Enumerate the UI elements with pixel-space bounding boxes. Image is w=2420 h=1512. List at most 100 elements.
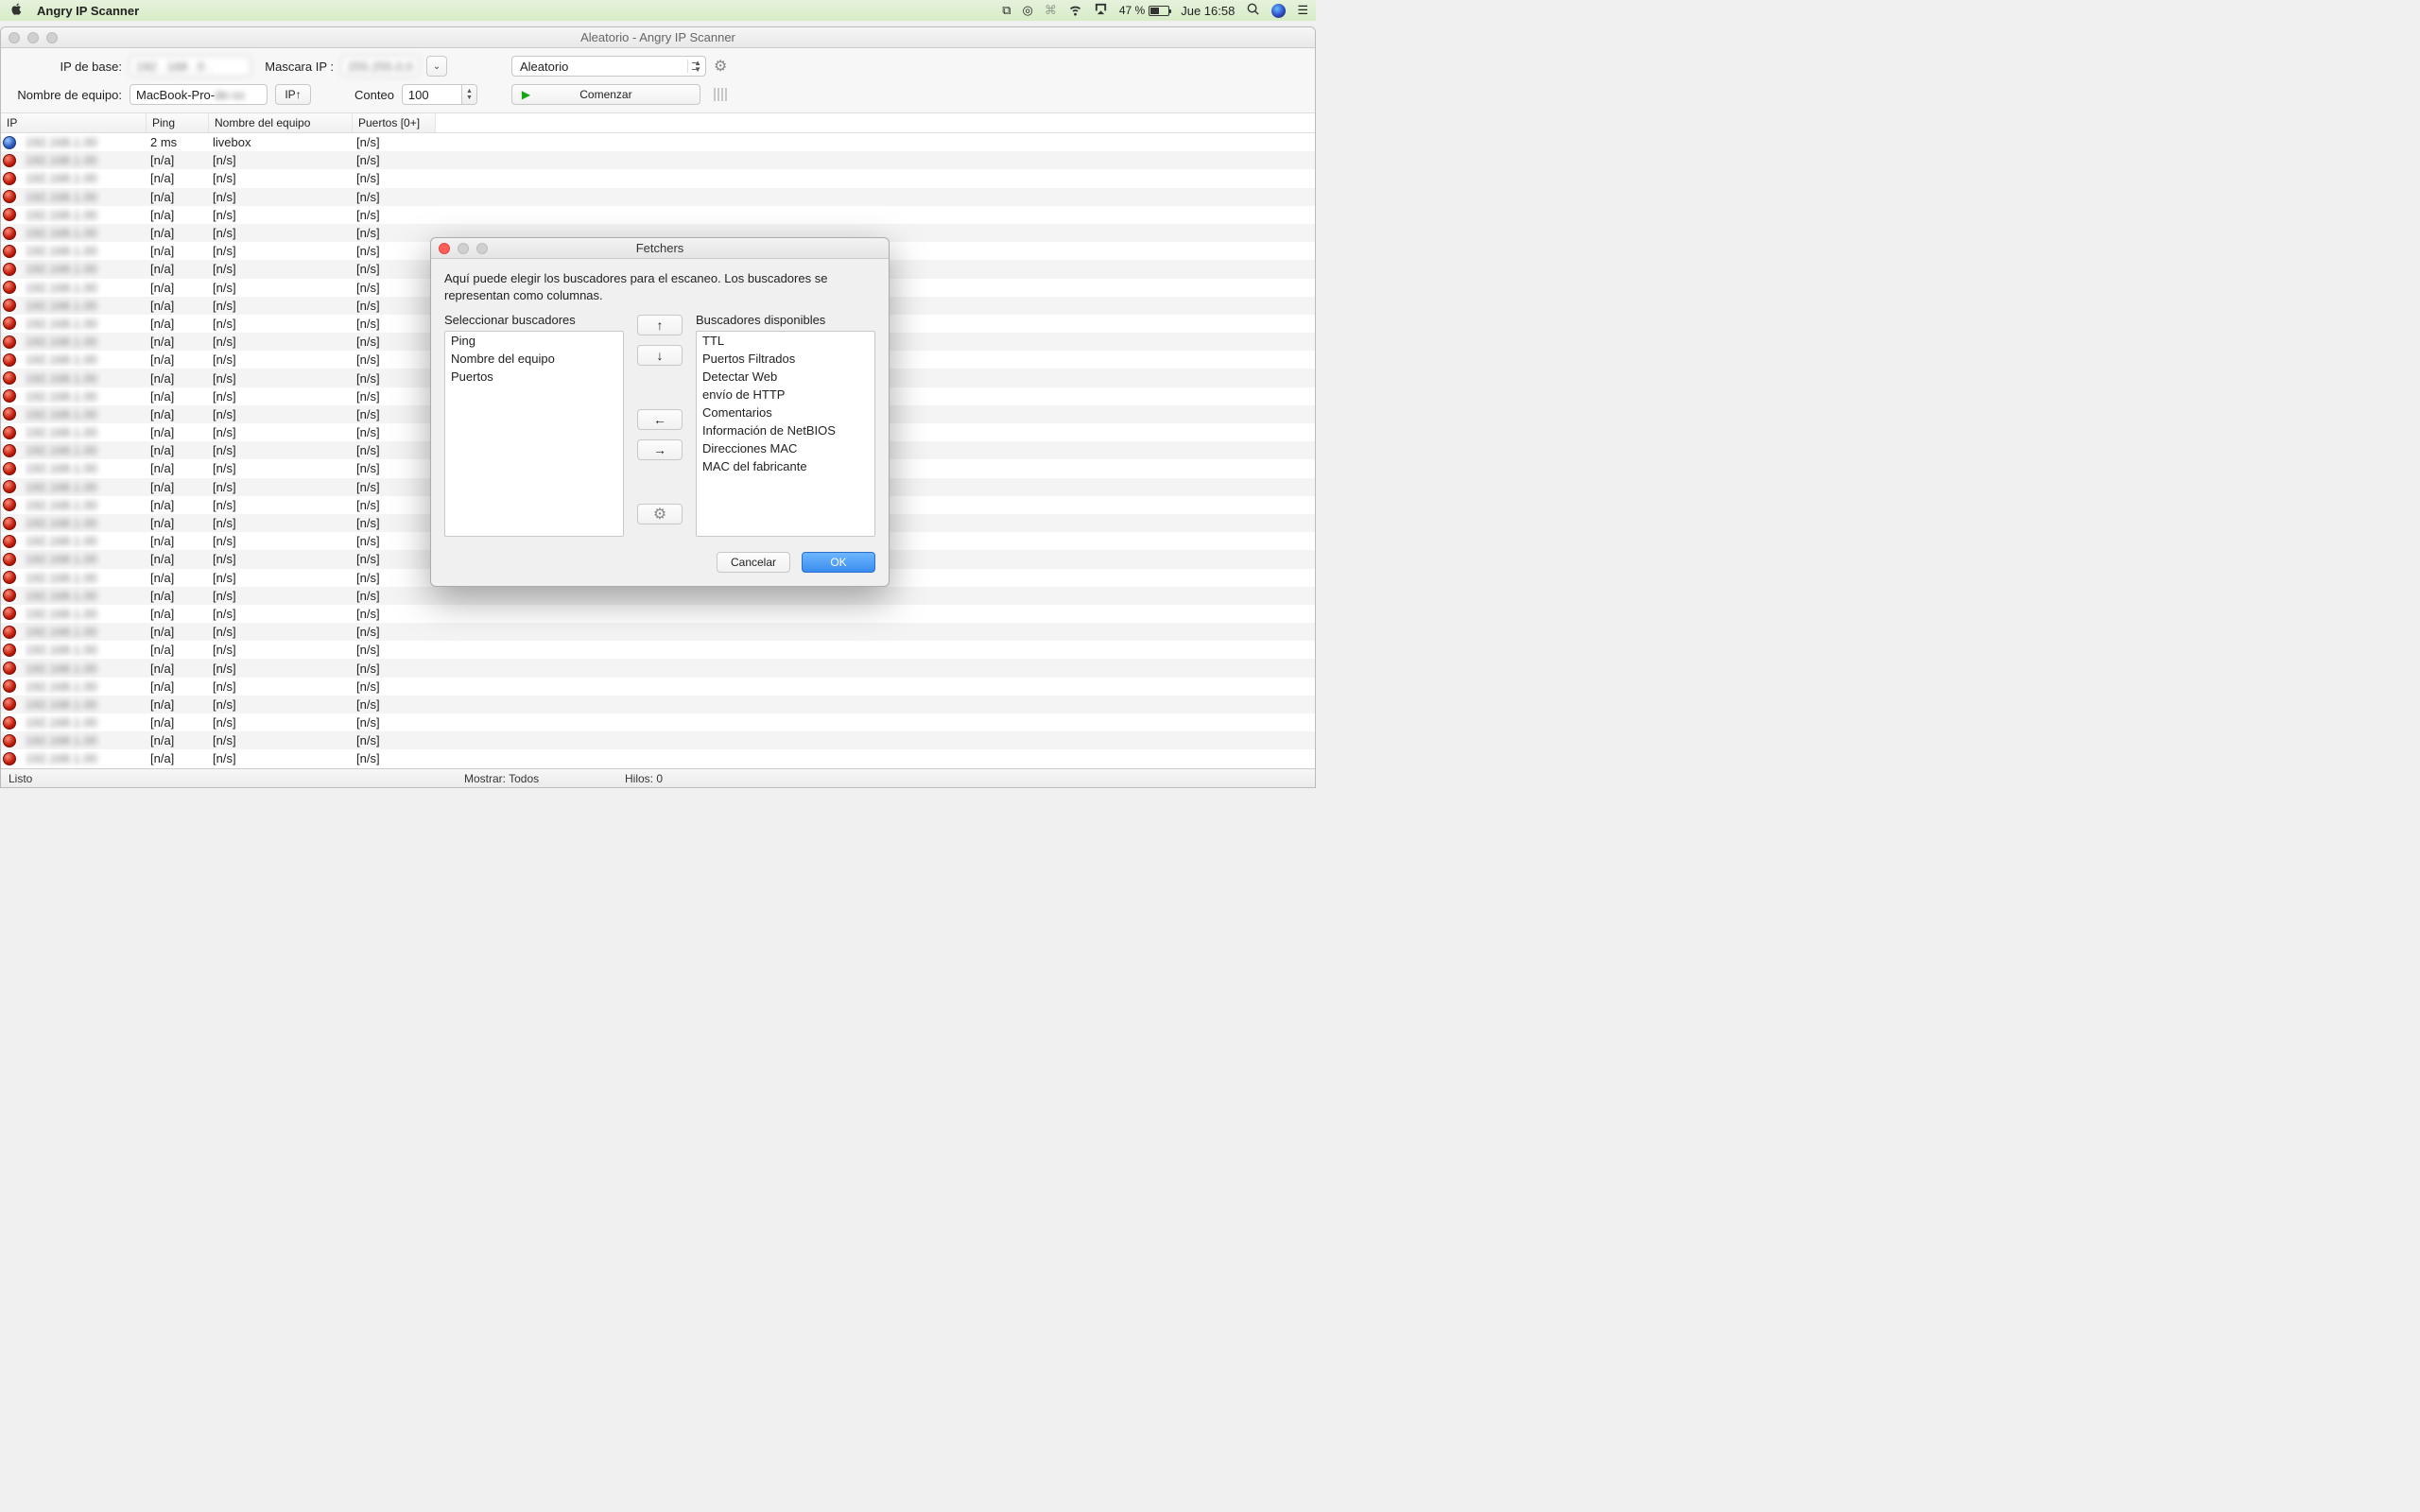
dialog-traffic-lights[interactable] (439, 243, 488, 254)
app-name-menu[interactable]: Angry IP Scanner (37, 4, 139, 18)
count-spinner[interactable]: 100 ▲▼ (402, 84, 477, 105)
list-item[interactable]: Comentarios (697, 404, 874, 421)
table-row[interactable]: 192.168.1.00[n/a][n/s][n/s] (1, 169, 1315, 187)
cancel-button[interactable]: Cancelar (717, 552, 790, 573)
list-item[interactable]: Información de NetBIOS (697, 421, 874, 439)
cell-ports: [n/s] (351, 317, 434, 331)
view-toggle-icon[interactable] (714, 88, 727, 101)
window-traffic-lights[interactable] (9, 32, 58, 43)
status-dead-icon (3, 716, 16, 730)
creative-cloud-icon[interactable]: ◎ (1023, 3, 1033, 18)
spotlight-icon[interactable] (1246, 2, 1260, 19)
table-row[interactable]: 192.168.1.00[n/a][n/s][n/s] (1, 151, 1315, 169)
dialog-close-icon[interactable] (439, 243, 450, 254)
status-dead-icon (3, 208, 16, 221)
list-item[interactable]: Nombre del equipo (445, 350, 623, 368)
cell-ports: [n/s] (351, 371, 434, 386)
list-item[interactable]: Puertos Filtrados (697, 350, 874, 368)
ok-button[interactable]: OK (802, 552, 875, 573)
col-header-ports[interactable]: Puertos [0+] (353, 113, 436, 132)
start-scan-button[interactable]: ▶ Comenzar (511, 84, 700, 105)
table-row[interactable]: 192.168.1.00[n/a][n/s][n/s] (1, 731, 1315, 749)
selected-fetchers-listbox[interactable]: PingNombre del equipoPuertos (444, 331, 624, 537)
cell-ports: [n/s] (351, 425, 434, 439)
cell-ip: 192.168.1.00 (20, 299, 145, 313)
scan-mode-combo[interactable]: Aleatorio ▲▼ (511, 56, 706, 77)
col-header-ping[interactable]: Ping (147, 113, 209, 132)
cell-ports: [n/s] (351, 643, 434, 657)
col-header-ip[interactable]: IP (1, 113, 147, 132)
cell-ping: [n/a] (145, 733, 207, 747)
list-item[interactable]: Detectar Web (697, 368, 874, 386)
list-item[interactable]: Ping (445, 332, 623, 350)
cell-ping: [n/a] (145, 352, 207, 367)
table-row[interactable]: 192.168.1.00[n/a][n/s][n/s] (1, 587, 1315, 605)
add-fetcher-button[interactable]: ← (637, 409, 683, 430)
airplay-icon[interactable] (1094, 2, 1108, 19)
status-dead-icon (3, 154, 16, 167)
mask-input[interactable]: 255.255.0.0 (341, 56, 419, 77)
available-fetchers-listbox[interactable]: TTLPuertos FiltradosDetectar Webenvío de… (696, 331, 875, 537)
table-row[interactable]: 192.168.1.00[n/a][n/s][n/s] (1, 749, 1315, 767)
table-row[interactable]: 192.168.1.00[n/a][n/s][n/s] (1, 659, 1315, 677)
status-dead-icon (3, 697, 16, 711)
hostname-input[interactable]: MacBook-Pro-de-xx (130, 84, 268, 105)
count-value[interactable]: 100 (402, 84, 462, 105)
table-row[interactable]: 192.168.1.00[n/a][n/s][n/s] (1, 641, 1315, 659)
menubar-clock[interactable]: Jue 16:58 (1181, 4, 1235, 18)
toolbar: IP de base: 192 . 168 . 0 . Mascara IP :… (1, 48, 1315, 113)
list-item[interactable]: MAC del fabricante (697, 457, 874, 475)
cell-hostname: [n/s] (207, 153, 351, 167)
cell-ip: 192.168.1.00 (20, 317, 145, 331)
col-header-hostname[interactable]: Nombre del equipo (209, 113, 353, 132)
battery-indicator[interactable]: 47 % (1119, 4, 1169, 17)
table-row[interactable]: 192.168.1.002 mslivebox[n/s] (1, 133, 1315, 151)
status-dead-icon (3, 317, 16, 330)
cell-ports: [n/s] (351, 571, 434, 585)
wifi-icon[interactable] (1068, 2, 1082, 19)
status-dead-icon (3, 172, 16, 185)
move-down-button[interactable]: ↓ (637, 345, 683, 366)
dialog-description: Aquí puede elegir los buscadores para el… (444, 270, 875, 303)
list-item[interactable]: envío de HTTP (697, 386, 874, 404)
list-item[interactable]: Puertos (445, 368, 623, 386)
status-bar: Listo Mostrar: Todos Hilos: 0 (1, 768, 1315, 787)
siri-icon[interactable] (1271, 4, 1286, 18)
cell-ip: 192.168.1.00 (20, 389, 145, 404)
table-row[interactable]: 192.168.1.00[n/a][n/s][n/s] (1, 696, 1315, 713)
notification-center-icon[interactable]: ☰ (1297, 3, 1308, 18)
cell-ip: 192.168.1.00 (20, 552, 145, 566)
cell-hostname: [n/s] (207, 262, 351, 276)
cell-ping: [n/a] (145, 317, 207, 331)
status-dead-icon (3, 734, 16, 747)
cell-ping: [n/a] (145, 480, 207, 494)
list-item[interactable]: TTL (697, 332, 874, 350)
table-row[interactable]: 192.168.1.00[n/a][n/s][n/s] (1, 713, 1315, 731)
ip-base-input[interactable]: 192 . 168 . 0 . (130, 56, 251, 77)
status-dead-icon (3, 607, 16, 620)
cell-ping: [n/a] (145, 751, 207, 765)
cell-ip: 192.168.1.00 (20, 715, 145, 730)
fetcher-prefs-button[interactable]: ⚙ (637, 504, 683, 524)
table-row[interactable]: 192.168.1.00[n/a][n/s][n/s] (1, 623, 1315, 641)
cell-hostname: [n/s] (207, 715, 351, 730)
remove-fetcher-button[interactable]: → (637, 439, 683, 460)
ip-up-button[interactable]: IP↑ (275, 84, 311, 105)
move-up-button[interactable]: ↑ (637, 315, 683, 335)
list-item[interactable]: Direcciones MAC (697, 439, 874, 457)
settings-gear-icon[interactable]: ⚙ (714, 57, 727, 76)
table-row[interactable]: 192.168.1.00[n/a][n/s][n/s] (1, 188, 1315, 206)
status-dead-icon (3, 335, 16, 349)
cell-ports: [n/s] (351, 607, 434, 621)
cell-ports: [n/s] (351, 516, 434, 530)
cell-ip: 192.168.1.00 (20, 153, 145, 167)
table-row[interactable]: 192.168.1.00[n/a][n/s][n/s] (1, 605, 1315, 623)
table-row[interactable]: 192.168.1.00[n/a][n/s][n/s] (1, 678, 1315, 696)
dropbox-icon[interactable]: ⧉ (1002, 3, 1011, 18)
mask-dropdown-button[interactable]: ⌄ (426, 56, 447, 77)
bluetooth-icon[interactable]: ⌘ (1045, 3, 1057, 18)
cell-hostname: livebox (207, 135, 351, 149)
apple-icon[interactable] (9, 2, 24, 19)
table-row[interactable]: 192.168.1.00[n/a][n/s][n/s] (1, 206, 1315, 224)
battery-text: 47 % (1119, 4, 1145, 17)
